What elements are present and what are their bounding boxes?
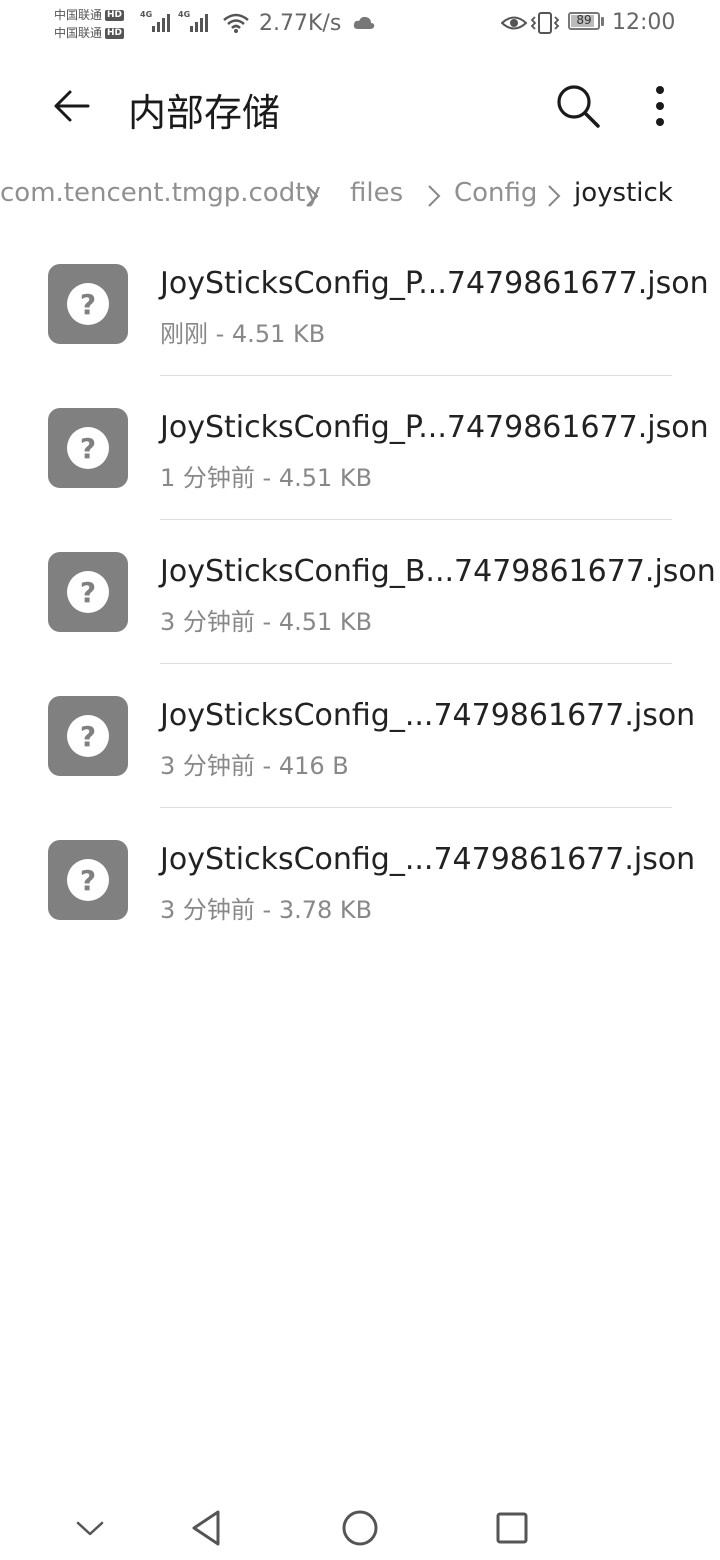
file-list-item[interactable]: ? JoySticksConfig_P...7479861677.json 刚刚… bbox=[0, 232, 720, 376]
more-options-button[interactable] bbox=[640, 78, 680, 134]
hd-badge: HD bbox=[105, 9, 125, 21]
hide-nav-button[interactable] bbox=[60, 1498, 120, 1558]
file-name: JoySticksConfig_P...7479861677.json bbox=[160, 410, 709, 445]
file-name: JoySticksConfig_...7479861677.json bbox=[160, 698, 696, 733]
network-speed: 2.77K/s bbox=[259, 11, 342, 36]
chevron-right-icon bbox=[428, 185, 441, 207]
file-list-item[interactable]: ? JoySticksConfig_...7479861677.json 3 分… bbox=[0, 808, 720, 952]
signal-1-icon: 4G bbox=[140, 10, 170, 32]
file-name: JoySticksConfig_P...7479861677.json bbox=[160, 266, 709, 301]
file-meta: 刚刚 - 4.51 KB bbox=[160, 320, 326, 348]
battery-level: 89 bbox=[576, 13, 592, 27]
more-vertical-icon bbox=[656, 86, 664, 126]
carrier-1: 中国联通 HD bbox=[54, 6, 125, 24]
eye-icon bbox=[500, 13, 528, 37]
app-bar: 内部存储 bbox=[0, 60, 720, 152]
file-name: JoySticksConfig_B...7479861677.json bbox=[160, 554, 716, 589]
signal-2-icon: 4G bbox=[178, 10, 208, 32]
chevron-right-icon bbox=[548, 185, 561, 207]
triangle-back-icon bbox=[192, 1510, 220, 1546]
status-bar: 中国联通 HD 中国联通 HD 4G 4G 2.77K/s 89 12:00 bbox=[0, 0, 720, 48]
file-list-item[interactable]: ? JoySticksConfig_B...7479861677.json 3 … bbox=[0, 520, 720, 664]
unknown-file-icon: ? bbox=[48, 696, 128, 776]
unknown-file-icon: ? bbox=[48, 840, 128, 920]
file-meta: 3 分钟前 - 416 B bbox=[160, 752, 349, 780]
signal-indicators: 4G 4G bbox=[140, 10, 208, 32]
nav-recents-button[interactable] bbox=[482, 1498, 542, 1558]
file-list-item[interactable]: ? JoySticksConfig_P...7479861677.json 1 … bbox=[0, 376, 720, 520]
breadcrumb-item-files[interactable]: files bbox=[350, 178, 403, 208]
hd-badge: HD bbox=[105, 27, 125, 39]
vibrate-icon bbox=[530, 11, 560, 39]
breadcrumb-item-package[interactable]: com.tencent.tmgp.codty bbox=[0, 178, 321, 208]
file-meta: 3 分钟前 - 3.78 KB bbox=[160, 896, 373, 924]
network-type-label: 4G bbox=[178, 10, 191, 19]
wifi-icon bbox=[222, 12, 250, 38]
circle-home-icon bbox=[342, 1510, 378, 1546]
unknown-file-icon: ? bbox=[48, 264, 128, 344]
nav-back-button[interactable] bbox=[176, 1498, 236, 1558]
file-list-item[interactable]: ? JoySticksConfig_...7479861677.json 3 分… bbox=[0, 664, 720, 808]
battery-icon: 89 bbox=[568, 12, 604, 30]
cloud-icon bbox=[352, 14, 376, 36]
page-title: 内部存储 bbox=[128, 91, 281, 135]
carrier-2: 中国联通 HD bbox=[54, 24, 125, 42]
back-button[interactable] bbox=[44, 78, 100, 134]
unknown-file-icon: ? bbox=[48, 552, 128, 632]
file-meta: 1 分钟前 - 4.51 KB bbox=[160, 464, 373, 492]
carrier-info: 中国联通 HD 中国联通 HD bbox=[54, 6, 125, 42]
search-icon bbox=[557, 85, 600, 128]
arrow-left-icon bbox=[54, 90, 90, 122]
file-name: JoySticksConfig_...7479861677.json bbox=[160, 842, 696, 877]
network-type-label: 4G bbox=[140, 10, 153, 19]
search-button[interactable] bbox=[548, 78, 608, 134]
file-meta: 3 分钟前 - 4.51 KB bbox=[160, 608, 373, 636]
unknown-file-icon: ? bbox=[48, 408, 128, 488]
chevron-right-icon bbox=[306, 185, 319, 207]
nav-home-button[interactable] bbox=[330, 1498, 390, 1558]
breadcrumb-item-joystick[interactable]: joystick bbox=[574, 178, 673, 208]
breadcrumb-item-config[interactable]: Config bbox=[454, 178, 537, 208]
clock: 12:00 bbox=[612, 10, 676, 35]
breadcrumb: com.tencent.tmgp.codty files Config joys… bbox=[0, 174, 720, 220]
carrier-1-label: 中国联通 bbox=[54, 8, 103, 22]
file-list: ? JoySticksConfig_P...7479861677.json 刚刚… bbox=[0, 232, 720, 952]
carrier-2-label: 中国联通 bbox=[54, 26, 103, 40]
square-recents-icon bbox=[496, 1512, 528, 1544]
chevron-down-icon bbox=[76, 1521, 104, 1536]
navigation-bar bbox=[0, 1490, 720, 1560]
